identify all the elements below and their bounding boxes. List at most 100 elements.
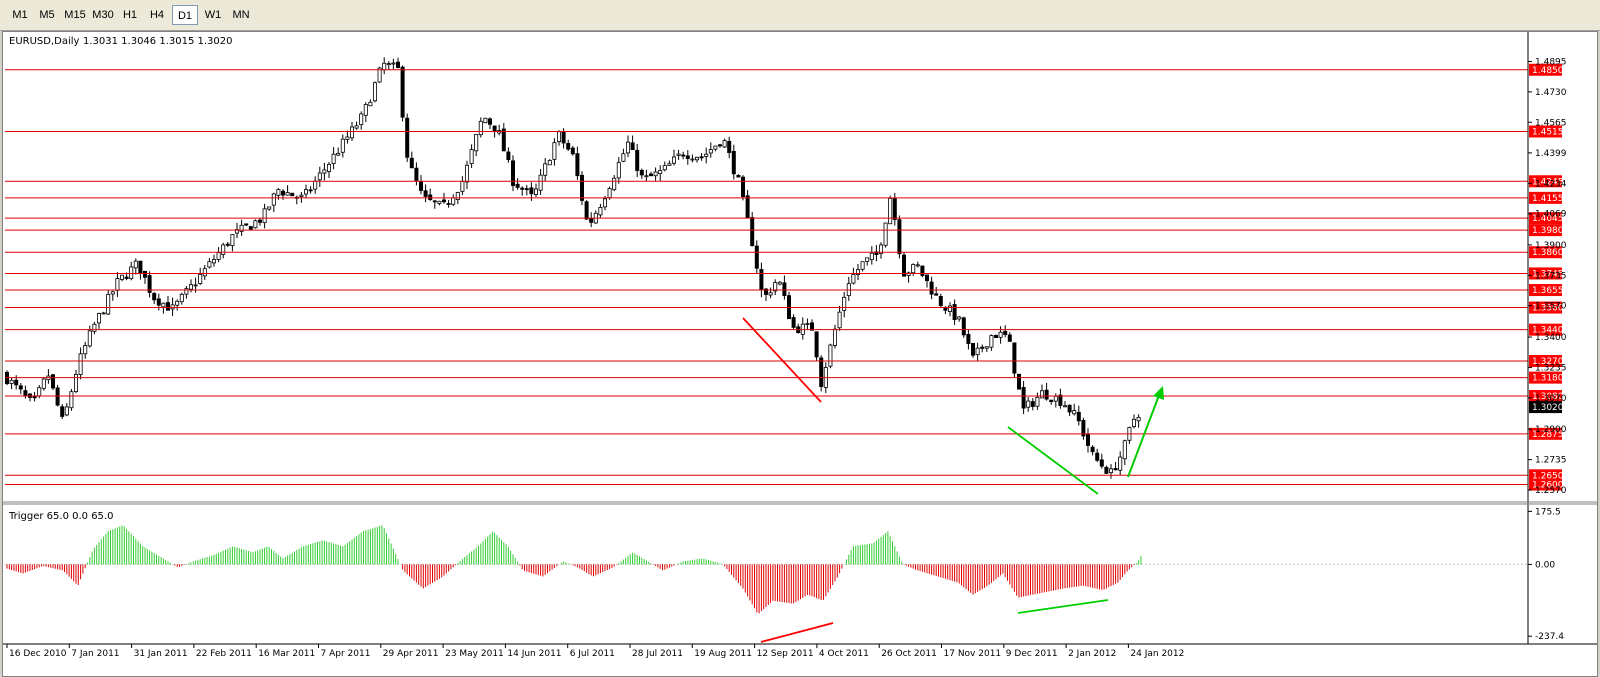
- bear-candle: [994, 335, 999, 338]
- bull-candle: [777, 281, 782, 285]
- chart-window[interactable]: 1.4850 1.4515 1.4245 1.4155 1.4045 1.3980 1.38…: [2, 31, 1598, 677]
- bear-candle: [1086, 433, 1091, 446]
- bull-candle: [322, 169, 327, 174]
- bull-candle: [1136, 416, 1141, 422]
- price-axis-tick: 1.2900: [1535, 425, 1567, 435]
- bear-candle: [580, 174, 585, 201]
- bull-candle: [230, 234, 235, 246]
- bear-candle: [409, 157, 414, 169]
- date-axis-label: 24 Jan 2012: [1130, 649, 1184, 659]
- price-axis-tick: 1.2570: [1535, 486, 1567, 496]
- bull-candle: [474, 134, 479, 152]
- bull-candle: [184, 288, 189, 295]
- bull-candle: [262, 208, 267, 224]
- bull-candle: [382, 62, 387, 71]
- level-price-label: 1.4155: [1532, 194, 1564, 204]
- bear-candle: [395, 61, 400, 68]
- bearish-trendline[interactable]: [742, 317, 822, 403]
- bull-candle: [276, 189, 281, 196]
- bull-candle: [78, 353, 83, 375]
- bear-candle: [446, 203, 451, 205]
- bear-candle: [441, 199, 446, 203]
- bear-candle: [1049, 399, 1054, 402]
- timeframe-h1-button[interactable]: H1: [118, 5, 142, 25]
- bear-candle: [727, 140, 732, 154]
- bull-candle: [372, 82, 377, 102]
- price-axis-tick: 1.4730: [1535, 88, 1567, 98]
- price-axis-tick: 1.4895: [1535, 57, 1567, 67]
- bear-candle: [589, 218, 594, 223]
- date-axis-label: 14 Jun 2011: [507, 649, 561, 659]
- bear-candle: [745, 195, 750, 219]
- timeframe-mn-button[interactable]: MN: [228, 5, 254, 25]
- bear-candle: [699, 156, 704, 159]
- bull-candle: [221, 244, 226, 255]
- bullish-divergence-line[interactable]: [1007, 426, 1099, 495]
- bull-candle: [37, 387, 42, 397]
- bear-candle: [432, 200, 437, 203]
- bear-candle: [501, 128, 506, 152]
- bull-candle: [1072, 410, 1077, 415]
- bear-candle: [156, 298, 161, 306]
- bull-candle: [120, 274, 125, 280]
- price-axis-tick: 1.4234: [1535, 179, 1567, 189]
- bear-candle: [718, 144, 723, 147]
- bull-candle: [543, 163, 548, 176]
- bull-candle: [303, 189, 308, 195]
- bear-candle: [423, 190, 428, 197]
- bull-candle: [883, 222, 888, 246]
- bull-candle: [1118, 456, 1123, 471]
- bear-candle: [124, 276, 129, 279]
- bull-candle: [989, 335, 994, 348]
- timeframe-m30-button[interactable]: M30: [89, 5, 117, 25]
- indicator-axis-tick: 0.00: [1535, 560, 1555, 570]
- bull-candle: [1053, 395, 1058, 402]
- bull-candle: [64, 406, 69, 416]
- bear-candle: [630, 142, 635, 151]
- bear-candle: [1044, 389, 1049, 400]
- symbol-label: EURUSD,Daily: [9, 36, 80, 47]
- bear-candle: [308, 189, 313, 192]
- date-axis-label: 4 Oct 2011: [819, 649, 869, 659]
- bear-candle: [791, 317, 796, 328]
- date-axis-label: 7 Apr 2011: [321, 649, 371, 659]
- bull-candle: [557, 131, 562, 142]
- chart-canvas[interactable]: 1.48501.45151.42451.41551.40451.39801.38…: [3, 32, 1597, 676]
- timeframe-h4-button[interactable]: H4: [145, 5, 169, 25]
- timeframe-m5-button[interactable]: M5: [35, 5, 59, 25]
- bear-candle: [566, 143, 571, 150]
- bear-candle: [934, 293, 939, 296]
- bull-candle: [354, 125, 359, 129]
- bull-candle: [359, 113, 364, 126]
- indicator-divergence-line-green[interactable]: [1017, 599, 1109, 614]
- timeframe-toolbar: M1 M5 M15 M30 H1 H4 D1 W1 MN: [0, 0, 1600, 31]
- bull-candle: [211, 259, 216, 264]
- date-axis-label: 23 May 2011: [445, 649, 504, 659]
- bear-candle: [980, 346, 985, 349]
- timeframe-w1-button[interactable]: W1: [201, 5, 225, 25]
- date-axis-label: 12 Sep 2011: [757, 649, 814, 659]
- indicator-divergence-line-red[interactable]: [760, 622, 834, 643]
- bear-candle: [60, 406, 65, 417]
- bull-candle: [9, 379, 14, 384]
- bull-candle: [603, 198, 608, 208]
- timeframe-d1-button[interactable]: D1: [172, 5, 198, 25]
- bull-candle: [676, 153, 681, 156]
- bear-candle: [510, 160, 515, 186]
- bull-candle: [271, 193, 276, 206]
- bull-candle: [1026, 400, 1031, 408]
- date-axis-label: 16 Mar 2011: [258, 649, 315, 659]
- bear-candle: [1067, 404, 1072, 413]
- bull-candle: [653, 171, 658, 177]
- bull-candle: [267, 206, 272, 210]
- bull-candle: [860, 261, 865, 270]
- bear-candle: [400, 66, 405, 118]
- bull-candle: [110, 291, 115, 295]
- timeframe-m1-button[interactable]: M1: [8, 5, 32, 25]
- bear-candle: [506, 151, 511, 161]
- bear-candle: [428, 194, 433, 200]
- bear-candle: [152, 293, 157, 301]
- bull-candle: [658, 170, 663, 175]
- bear-candle: [165, 302, 170, 311]
- timeframe-m15-button[interactable]: M15: [61, 5, 89, 25]
